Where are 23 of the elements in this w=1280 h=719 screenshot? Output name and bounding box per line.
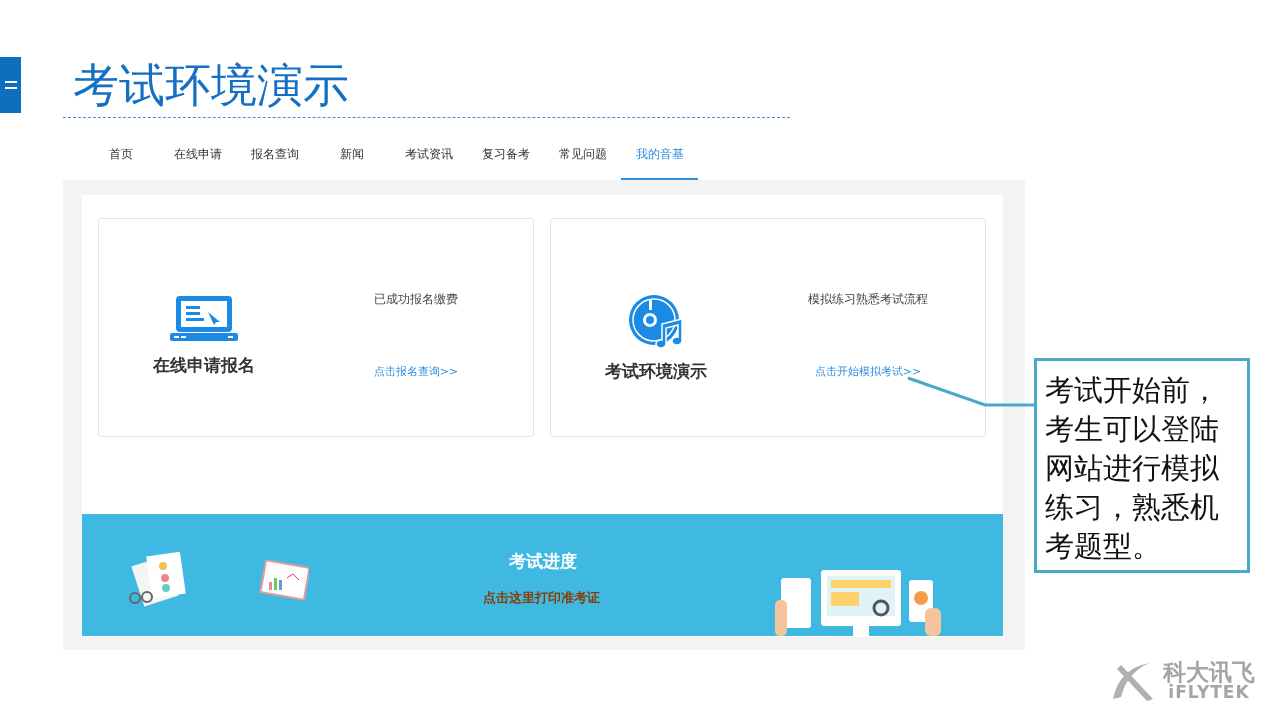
banner-title: 考试进度 [508,550,577,573]
nav-tab[interactable]: 复习备考 [467,130,544,180]
nav-tab[interactable]: 新闻 [313,130,390,180]
callout-note: 考试开始前，考生可以登陆网站进行模拟练习，熟悉机考题型。 [1034,358,1250,573]
slide-title: 考试环境演示 [73,57,349,113]
card-link[interactable]: 点击开始模拟考试>> [814,364,922,379]
nav-tab[interactable]: 常见问题 [544,130,621,180]
nav-tab[interactable]: 首页 [82,130,159,180]
card-link[interactable]: 点击报名查询>> [373,364,459,379]
chart-book-drawing [259,560,309,602]
card-description: 已成功报名缴费 [374,291,458,308]
card-title: 考试环境演示 [605,360,707,383]
nav-tab[interactable]: 报名查询 [236,130,313,180]
nav-tab[interactable]: 考试资讯 [390,130,467,180]
menu-icon [4,81,17,89]
card-description: 模拟练习熟悉考试流程 [808,291,928,308]
card-title: 在线申请报名 [153,354,255,377]
logo-name: 科大讯飞 [1163,661,1255,684]
nav-tab[interactable]: 我的音基 [621,130,698,180]
laptop-icon [170,294,238,342]
logo-brand: iFLYTEK [1168,684,1250,701]
disc-music-icon [628,294,684,348]
nav-tab[interactable]: 在线申请 [159,130,236,180]
